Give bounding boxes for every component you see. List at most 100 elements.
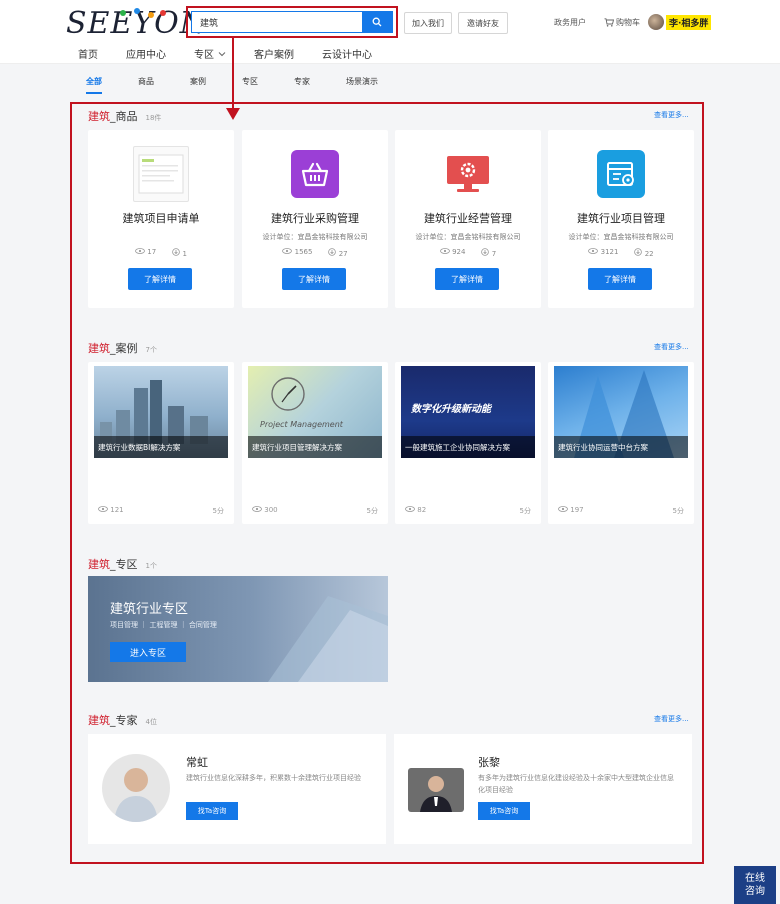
case-score: 5分 — [672, 507, 684, 515]
product-detail-button[interactable]: 了解详情 — [435, 268, 499, 290]
consult-expert-button[interactable]: 找Ta咨询 — [186, 802, 238, 820]
logo-dot-blue — [134, 8, 140, 14]
join-us-button[interactable]: 加入我们 — [404, 12, 452, 34]
product-card[interactable]: 建筑项目申请单 17 1 了解详情 — [88, 130, 234, 308]
basket-icon — [291, 150, 339, 198]
products-keyword: 建筑 — [88, 110, 110, 123]
eye-icon — [405, 506, 415, 512]
uses-stat: 7 — [481, 248, 496, 258]
views-count: 924 — [452, 248, 466, 256]
nav-item-home[interactable]: 首页 — [78, 46, 98, 61]
case-score: 5分 — [366, 507, 378, 515]
case-footer: 82 5分 — [405, 506, 531, 516]
uses-count: 1 — [182, 250, 187, 258]
uses-stat: 1 — [172, 248, 187, 258]
zone-count: 1个 — [145, 562, 157, 570]
expert-card[interactable]: 张黎 有多年为建筑行业信息化建设经验及十余家中大型建筑企业信息化项目经验 找Ta… — [394, 734, 692, 844]
case-caption: 建筑行业项目管理解决方案 — [248, 436, 382, 458]
product-detail-button[interactable]: 了解详情 — [588, 268, 652, 290]
eye-icon — [98, 506, 108, 512]
product-name: 建筑行业经营管理 — [424, 212, 512, 225]
tab-zones[interactable]: 专区 — [242, 76, 258, 94]
consult-expert-button[interactable]: 找Ta咨询 — [478, 802, 530, 820]
tab-cases[interactable]: 案例 — [190, 76, 206, 94]
case-views-count: 82 — [417, 506, 427, 514]
expert-card[interactable]: 常虹 建筑行业信息化深耕多年，积累数十余建筑行业项目经验 找Ta咨询 — [88, 734, 386, 844]
cases-count: 7个 — [145, 346, 157, 354]
expert-name: 常虹 — [186, 756, 208, 769]
products-title: _商品 — [110, 110, 138, 123]
expert-name: 张黎 — [478, 756, 500, 769]
download-circle-icon — [634, 248, 643, 256]
case-image-text: 数字化升级新动能 — [411, 404, 491, 415]
case-card[interactable]: 数字化升级新动能 一般建筑施工企业协同解决方案 82 5分 — [395, 362, 541, 524]
products-count: 18件 — [145, 114, 162, 122]
nav-item-zone[interactable]: 专区 — [194, 46, 226, 61]
logo-dot-green — [120, 10, 126, 16]
experts-title: _专家 — [110, 714, 138, 727]
cart-label: 购物车 — [616, 18, 640, 27]
uses-stat: 27 — [328, 248, 348, 258]
online-consult-button[interactable]: 在线 咨询 — [734, 866, 776, 904]
tab-products[interactable]: 商品 — [138, 76, 154, 94]
tab-scene-demo[interactable]: 场景演示 — [346, 76, 378, 94]
case-card[interactable]: 建筑行业协同运营中台方案 197 5分 — [548, 362, 694, 524]
zone-title: _专区 — [110, 558, 138, 571]
form-thumbnail-icon — [133, 146, 189, 202]
uses-count: 7 — [491, 250, 497, 258]
cart-link[interactable]: 购物车 — [604, 17, 640, 28]
search-input[interactable] — [192, 12, 362, 32]
user-name[interactable]: 李·相多胖 — [666, 15, 712, 30]
experts-more-link[interactable]: 查看更多... — [654, 714, 689, 724]
folder-gear-icon — [597, 150, 645, 198]
monitor-gear-icon — [444, 150, 492, 198]
result-tabs: 全部 商品 案例 专区 专家 场景演示 — [86, 76, 414, 94]
case-footer: 300 5分 — [252, 506, 378, 516]
case-views-count: 300 — [264, 506, 278, 514]
views-count: 17 — [147, 248, 157, 256]
eye-icon — [135, 248, 145, 254]
case-views-count: 197 — [570, 506, 584, 514]
views-count: 3121 — [600, 248, 619, 256]
product-stats: 924 7 — [395, 248, 541, 258]
views-stat: 3121 — [588, 248, 618, 258]
nav-item-customer-cases[interactable]: 客户案例 — [254, 46, 294, 61]
products-more-link[interactable]: 查看更多... — [654, 110, 689, 120]
case-card[interactable]: Project Management 建筑行业项目管理解决方案 300 5分 — [242, 362, 388, 524]
tab-experts[interactable]: 专家 — [294, 76, 310, 94]
expert-photo — [102, 754, 170, 822]
experts-section-title: 建筑 _专家 4位 — [88, 712, 157, 728]
zone-banner[interactable]: 建筑行业专区 项目管理 ｜ 工程管理 ｜ 合同管理 进入专区 — [88, 576, 388, 682]
uses-count: 27 — [338, 250, 348, 258]
tab-all[interactable]: 全部 — [86, 76, 102, 94]
eye-icon — [588, 248, 599, 254]
case-score: 5分 — [519, 507, 531, 515]
cases-more-link[interactable]: 查看更多... — [654, 342, 689, 352]
product-detail-button[interactable]: 了解详情 — [282, 268, 346, 290]
invite-friends-button[interactable]: 邀请好友 — [458, 12, 508, 34]
product-detail-button[interactable]: 了解详情 — [128, 268, 192, 290]
user-avatar[interactable] — [648, 14, 664, 30]
search-button[interactable] — [362, 12, 392, 32]
case-views: 197 — [558, 506, 584, 516]
product-card[interactable]: 建筑行业采购管理 设计单位：宜昌金铭科技有限公司 1565 27 了解详情 — [242, 130, 388, 308]
views-count: 1565 — [294, 248, 313, 256]
main-nav: 首页 应用中心 专区 客户案例 云设计中心 — [78, 46, 400, 61]
product-designer: 设计单位：宜昌金铭科技有限公司 — [568, 233, 674, 241]
case-thumbnail: 建筑行业协同运营中台方案 — [554, 366, 688, 458]
case-card[interactable]: 建筑行业数据BI解决方案 121 5分 — [88, 362, 234, 524]
products-section-title: 建筑 _商品 18件 — [88, 108, 161, 124]
case-views-count: 121 — [110, 506, 124, 514]
case-image-text: Project Management — [260, 420, 343, 429]
eye-icon — [558, 506, 568, 512]
product-card[interactable]: 建筑行业经营管理 设计单位：宜昌金铭科技有限公司 924 7 了解详情 — [395, 130, 541, 308]
experts-keyword: 建筑 — [88, 714, 110, 727]
product-card[interactable]: 建筑行业项目管理 设计单位：宜昌金铭科技有限公司 3121 22 了解详情 — [548, 130, 694, 308]
product-name: 建筑行业项目管理 — [577, 212, 665, 225]
nav-item-app-center[interactable]: 应用中心 — [126, 46, 166, 61]
chevron-down-icon — [218, 51, 226, 56]
enter-zone-button[interactable]: 进入专区 — [110, 642, 186, 662]
online-consult-line2: 咨询 — [745, 886, 765, 897]
nav-item-cloud-design[interactable]: 云设计中心 — [322, 46, 372, 61]
gov-user-link[interactable]: 政务用户 — [554, 17, 586, 28]
